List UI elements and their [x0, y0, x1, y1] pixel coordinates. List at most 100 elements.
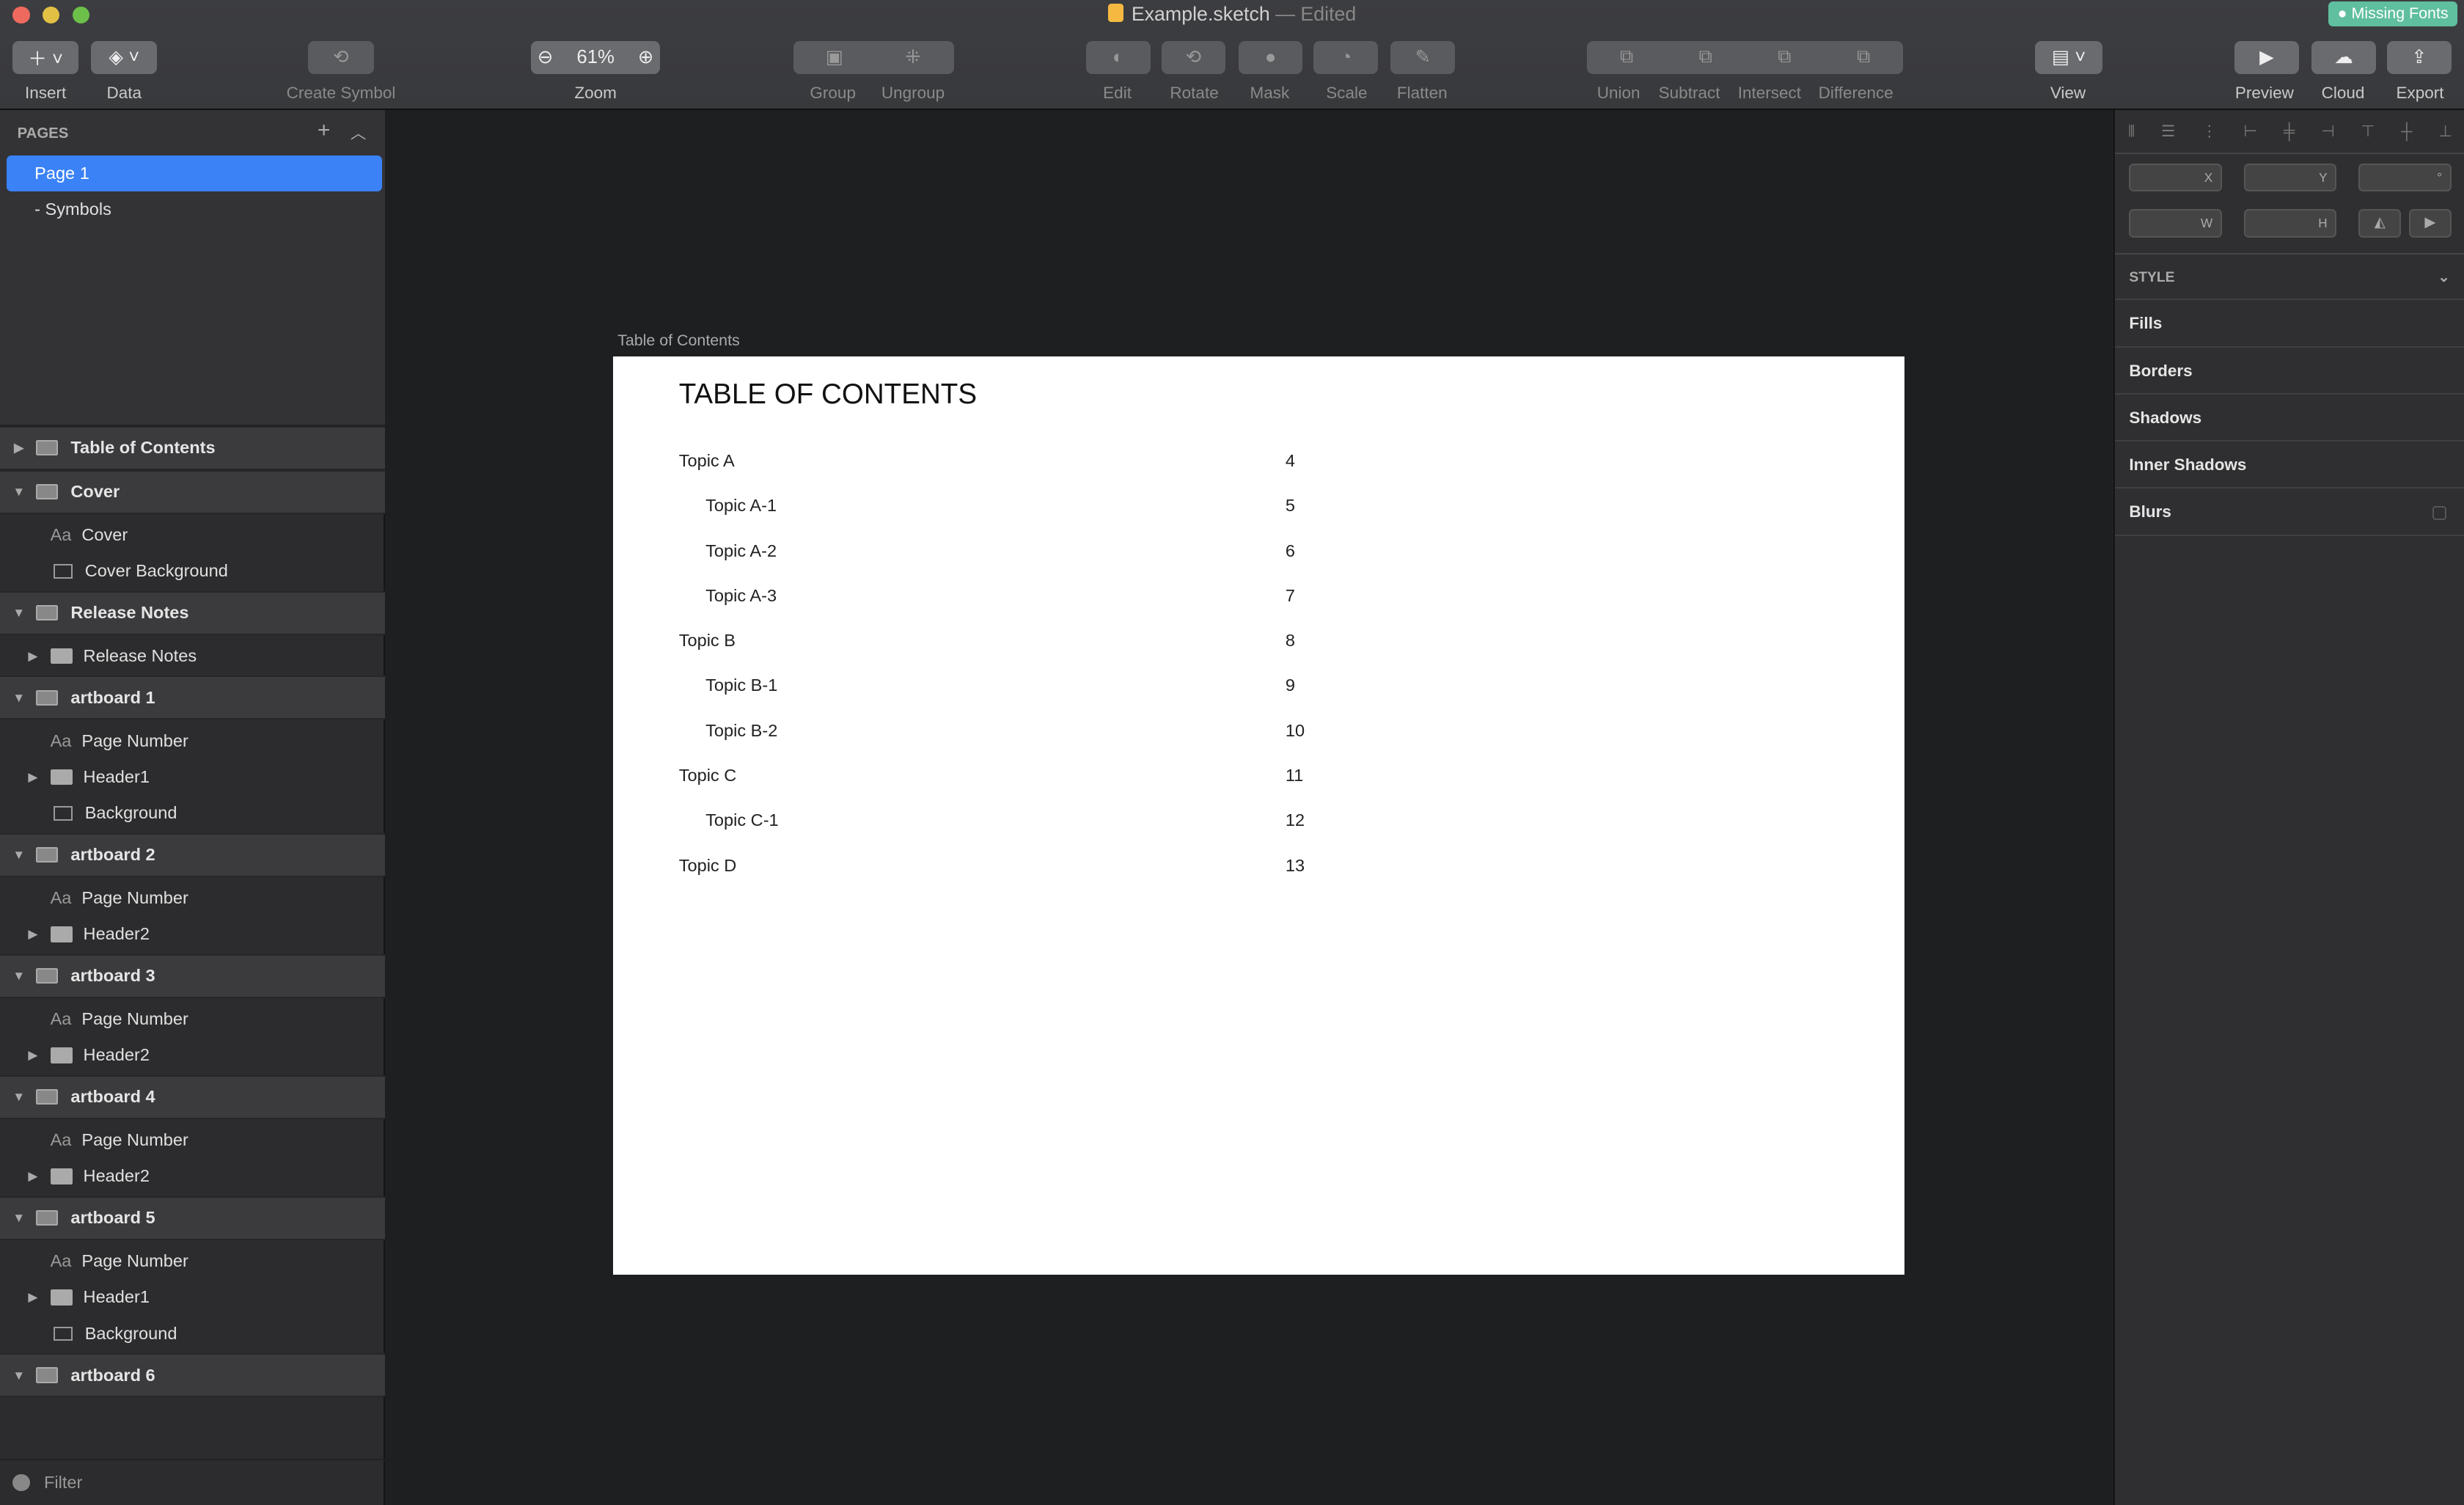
layer-item[interactable]: ▶ Header2 [0, 1037, 385, 1073]
add-page-icon[interactable]: + [318, 118, 331, 143]
disclosure-closed-icon[interactable]: ▶ [25, 769, 40, 785]
canvas[interactable]: Table of Contents TABLE OF CONTENTS Topi… [386, 110, 2114, 1505]
disclosure-open-icon[interactable]: ▼ [11, 847, 26, 863]
toc-entry-title[interactable]: Topic B [679, 631, 736, 651]
toc-entry-title[interactable]: Topic A-2 [705, 541, 777, 561]
disclosure-closed-icon[interactable]: ▶ [11, 440, 26, 455]
layer-artboard[interactable]: ▼ artboard 2 [0, 832, 385, 877]
layer-artboard[interactable]: ▼ Release Notes [0, 590, 385, 635]
layer-artboard[interactable]: ▶ Table of Contents [0, 425, 385, 470]
layer-item[interactable]: ▶ Header1 [0, 1279, 385, 1315]
disclosure-open-icon[interactable]: ▼ [11, 968, 26, 984]
style-header[interactable]: STYLE ⌄ [2115, 253, 2464, 301]
layer-item[interactable]: Cover Background [0, 553, 385, 589]
layer-artboard[interactable]: ▼ artboard 1 [0, 675, 385, 720]
edit-button[interactable]: ◐ [1085, 40, 1151, 74]
toc-entry-title[interactable]: Topic A [679, 451, 735, 471]
layer-artboard[interactable]: ▼ artboard 4 [0, 1074, 385, 1119]
flatten-button[interactable]: ✎ [1390, 40, 1456, 74]
style-section[interactable]: Borders [2115, 348, 2464, 395]
disclosure-closed-icon[interactable]: ▶ [25, 1047, 40, 1063]
export-button[interactable]: ⇪ [2387, 40, 2452, 74]
data-button[interactable]: ◈ ˅ [91, 40, 158, 74]
layer-item[interactable]: Aa Page Number [0, 880, 385, 916]
y-field[interactable]: Y [2243, 163, 2337, 192]
layer-artboard[interactable]: ▼ artboard 6 [0, 1353, 385, 1397]
disclosure-open-icon[interactable]: ▼ [11, 1368, 26, 1383]
rotate-button[interactable]: ⟲ [1161, 40, 1226, 74]
align-top-icon[interactable]: ⊤ [2361, 122, 2375, 141]
toc-entry-title[interactable]: Topic A-3 [705, 586, 777, 606]
style-section[interactable]: Inner Shadows [2115, 442, 2464, 489]
layer-item[interactable]: ▶ Header2 [0, 916, 385, 952]
ungroup-icon[interactable]: ⁜ [873, 46, 952, 68]
height-field[interactable]: H [2243, 209, 2337, 238]
intersect-icon[interactable]: ⧉ [1778, 46, 1791, 68]
style-section[interactable]: Fills [2115, 300, 2464, 348]
collapse-pages-icon[interactable]: ︿ [351, 121, 366, 144]
toc-entry-page[interactable]: 6 [1286, 541, 1295, 561]
width-field[interactable]: W [2129, 209, 2222, 238]
layer-item[interactable]: Aa Page Number [0, 723, 385, 759]
zoom-in-icon[interactable]: ⊕ [638, 46, 654, 68]
page-item-symbols[interactable]: - Symbols [34, 199, 111, 219]
chevron-down-icon[interactable]: ⌄ [2438, 255, 2449, 301]
layer-item[interactable]: ▶ Release Notes [0, 638, 385, 674]
align-bottom-icon[interactable]: ⊥ [2438, 122, 2452, 141]
toc-entry-title[interactable]: Topic A-1 [705, 496, 777, 516]
layer-item[interactable]: Background [0, 795, 385, 831]
mask-button[interactable]: ● [1238, 40, 1303, 74]
toc-entry-page[interactable]: 4 [1286, 451, 1295, 471]
page-item-page-1[interactable]: Page 1 [6, 155, 382, 192]
toc-entry-title[interactable]: Topic B-1 [705, 675, 777, 695]
align-right-icon[interactable]: ⊣ [2321, 122, 2335, 141]
toc-entry-title[interactable]: Topic B-2 [705, 721, 777, 741]
flip-horizontal-button[interactable]: ◭ [2358, 209, 2402, 238]
toc-entry-page[interactable]: 11 [1286, 766, 1303, 786]
layer-item[interactable]: Aa Page Number [0, 1001, 385, 1037]
distribute-horizontal-icon[interactable]: ⫴ [2128, 122, 2135, 141]
group-icon[interactable]: ▣ [795, 46, 873, 68]
layer-artboard[interactable]: ▼ artboard 3 [0, 953, 385, 998]
toc-entry-page[interactable]: 12 [1286, 810, 1305, 830]
subtract-icon[interactable]: ⧉ [1699, 46, 1712, 68]
toc-entry-page[interactable]: 13 [1286, 856, 1305, 876]
style-section[interactable]: Shadows [2115, 395, 2464, 442]
toc-entry-page[interactable]: 10 [1286, 721, 1305, 741]
difference-icon[interactable]: ⧉ [1857, 46, 1870, 68]
disclosure-closed-icon[interactable]: ▶ [25, 1168, 40, 1184]
disclosure-open-icon[interactable]: ▼ [11, 1210, 26, 1226]
toc-entry-title[interactable]: Topic C [679, 766, 737, 786]
flip-vertical-button[interactable]: ▶ [2408, 209, 2452, 238]
toc-heading[interactable]: TABLE OF CONTENTS [679, 378, 977, 411]
toc-entry-title[interactable]: Topic C-1 [705, 810, 779, 830]
artboard-label[interactable]: Table of Contents [617, 332, 740, 350]
layer-item[interactable]: Aa Page Number [0, 1243, 385, 1279]
disclosure-closed-icon[interactable]: ▶ [25, 1289, 40, 1305]
x-field[interactable]: X [2129, 163, 2222, 192]
disclosure-closed-icon[interactable]: ▶ [25, 926, 40, 942]
boolean-ops[interactable]: ⧉ ⧉ ⧉ ⧉ [1587, 40, 1903, 74]
toc-entry-page[interactable]: 8 [1286, 631, 1295, 651]
scale-button[interactable]: ◔ [1313, 40, 1379, 74]
toc-entry-title[interactable]: Topic D [679, 856, 737, 876]
insert-button[interactable]: ＋ ˅ [12, 40, 79, 74]
disclosure-open-icon[interactable]: ▼ [11, 690, 26, 706]
toc-entry-page[interactable]: 7 [1286, 586, 1295, 606]
rotation-field[interactable]: ° [2358, 163, 2452, 192]
cloud-button[interactable]: ☁ [2311, 40, 2376, 74]
preview-button[interactable]: ▶ [2234, 40, 2299, 74]
disclosure-open-icon[interactable]: ▼ [11, 484, 26, 499]
zoom-out-icon[interactable]: ⊖ [538, 46, 554, 68]
disclosure-open-icon[interactable]: ▼ [11, 605, 26, 620]
disclosure-closed-icon[interactable]: ▶ [25, 648, 40, 664]
toc-entry-page[interactable]: 5 [1286, 496, 1295, 516]
align-center-icon[interactable]: ╪ [2284, 122, 2295, 141]
layer-item[interactable]: Aa Cover [0, 517, 385, 553]
zoom-control[interactable]: ⊖ 61% ⊕ [531, 40, 660, 74]
group-ungroup-buttons[interactable]: ▣ ⁜ [793, 40, 954, 74]
view-button[interactable]: ▤ ˅ [2035, 40, 2103, 74]
artboard-table-of-contents[interactable]: TABLE OF CONTENTS Topic A 4 Topic A-1 5 Topi… [612, 356, 1905, 1275]
layer-artboard[interactable]: ▼ Cover [0, 469, 385, 514]
distribute-vertical-icon[interactable]: ☰ [2161, 122, 2175, 141]
